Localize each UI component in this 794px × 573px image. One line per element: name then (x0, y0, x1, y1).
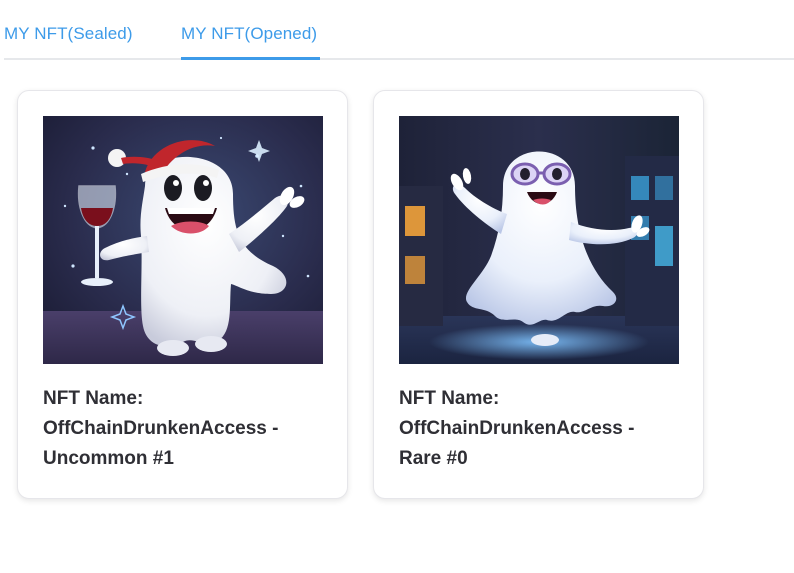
nft-tab-bar: MY NFT(Sealed) MY NFT(Opened) (4, 0, 794, 60)
nft-image-ghost-santa-wine (43, 116, 323, 364)
nft-name-label: NFT Name: (43, 388, 144, 409)
nft-name-line-2: Rare #0 (399, 448, 468, 469)
tab-my-nft-opened[interactable]: MY NFT(Opened) (181, 24, 317, 44)
nft-name-caption: NFT Name: OffChainDrunkenAccess - Rare #… (399, 384, 689, 474)
nft-name-line-1: OffChainDrunkenAccess - (399, 418, 635, 439)
nft-name-caption: NFT Name: OffChainDrunkenAccess - Uncomm… (43, 384, 333, 474)
tab-my-nft-sealed[interactable]: MY NFT(Sealed) (4, 24, 133, 44)
nft-image-ghost-glasses-dancing (399, 116, 679, 364)
nft-card[interactable]: NFT Name: OffChainDrunkenAccess - Uncomm… (17, 90, 348, 499)
ghost-santa-wine-illustration (43, 116, 323, 364)
nft-name-label: NFT Name: (399, 388, 500, 409)
nft-card[interactable]: NFT Name: OffChainDrunkenAccess - Rare #… (373, 90, 704, 499)
nft-name-line-1: OffChainDrunkenAccess - (43, 418, 279, 439)
active-tab-indicator (181, 57, 320, 60)
nft-name-line-2: Uncommon #1 (43, 448, 174, 469)
ghost-glasses-dancing-illustration (399, 116, 679, 364)
